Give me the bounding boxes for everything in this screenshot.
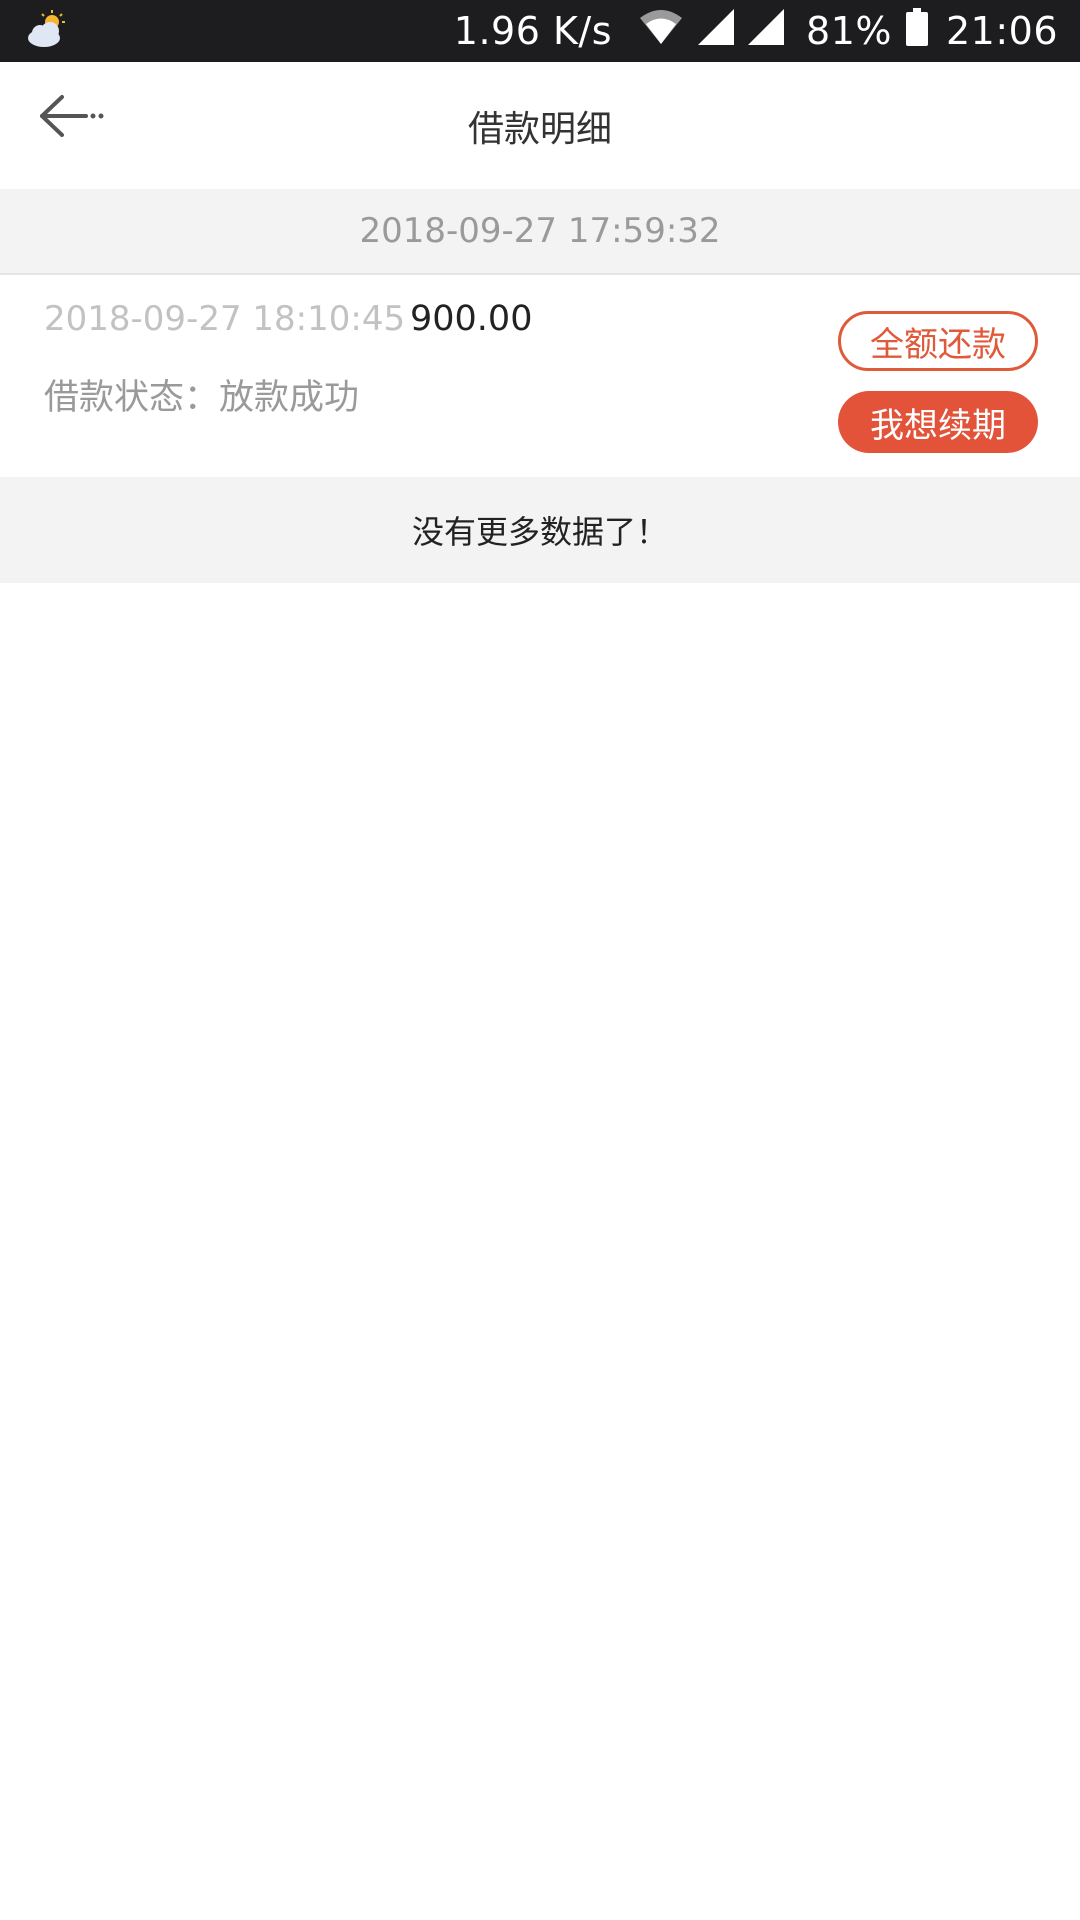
signal-icon	[748, 8, 785, 54]
group-date-header: 2018-09-27 17:59:32	[0, 189, 1080, 275]
weather-icon	[24, 10, 70, 50]
wifi-icon	[638, 8, 684, 55]
network-speed: 1.96 K/s	[453, 9, 613, 53]
clock: 21:06	[945, 9, 1058, 53]
signal-icon	[698, 8, 735, 54]
no-more-data-text: 没有更多数据了！	[0, 477, 1080, 583]
battery-percent: 81%	[806, 9, 892, 53]
loan-status: 借款状态：放款成功	[44, 378, 360, 418]
page-title: 借款明细	[467, 109, 612, 150]
full-repay-button[interactable]: 全额还款	[838, 311, 1038, 371]
app-header: 借款明细	[0, 62, 1080, 189]
loan-time: 2018-09-27 18:10:45	[44, 299, 406, 339]
battery-icon	[905, 7, 928, 55]
loan-amount: 900.00	[410, 299, 533, 339]
renew-button[interactable]: 我想续期	[838, 391, 1038, 453]
status-bar: 1.96 K/s 81% 21:06	[0, 0, 1080, 62]
loan-record: 2018-09-27 18:10:45 900.00 借款状态：放款成功 全额还…	[0, 275, 1080, 477]
